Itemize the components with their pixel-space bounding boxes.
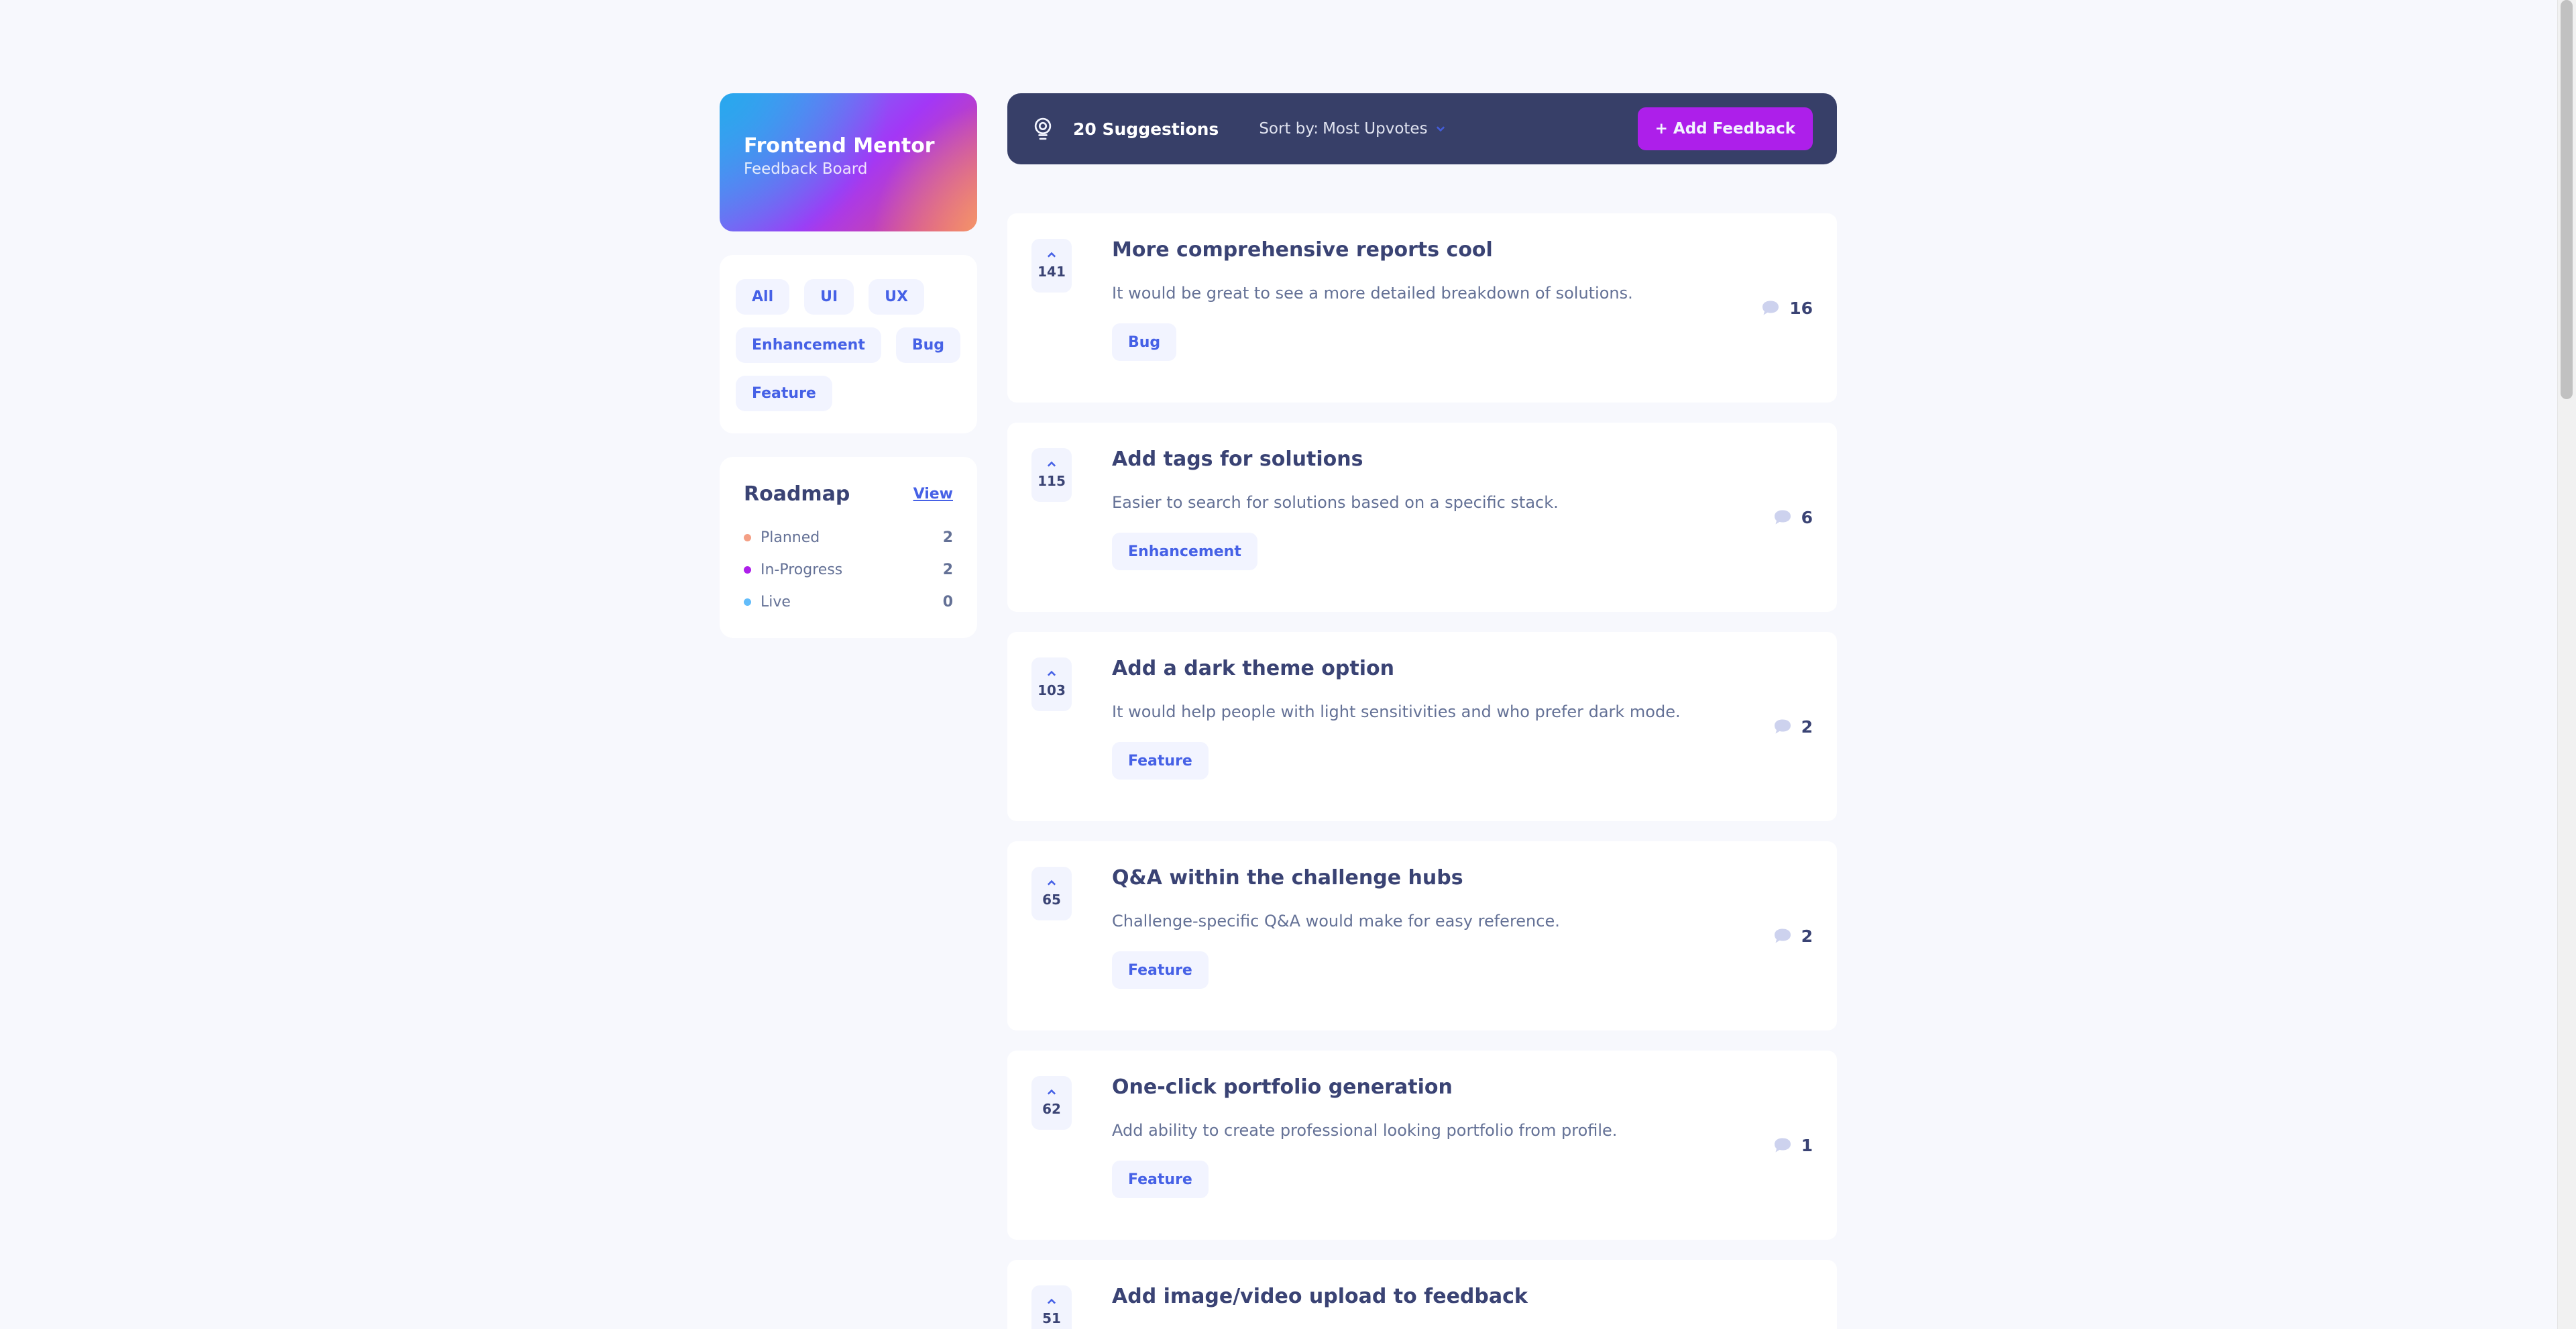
brand-title: Frontend Mentor: [744, 134, 935, 158]
chevron-down-icon: [1436, 125, 1445, 131]
comment-bubble-icon: [1774, 719, 1791, 734]
upvote-count: 141: [1038, 264, 1066, 280]
upvote-count: 65: [1042, 892, 1061, 908]
roadmap-item-count: 2: [942, 561, 953, 578]
chevron-up-icon: [1047, 1089, 1056, 1095]
brand-card: Frontend Mentor Feedback Board: [720, 93, 977, 231]
feedback-description: It would help people with light sensitiv…: [1112, 702, 1681, 721]
sort-value: Most Upvotes: [1323, 120, 1428, 138]
feedback-title[interactable]: More comprehensive reports cool: [1112, 238, 1493, 262]
upvote-count: 103: [1038, 682, 1066, 698]
comment-counter[interactable]: 2: [1773, 632, 1813, 821]
feedback-title[interactable]: One-click portfolio generation: [1112, 1075, 1453, 1099]
feedback-tag[interactable]: Bug: [1112, 323, 1177, 361]
roadmap-item-label: Live: [761, 593, 791, 610]
comment-counter[interactable]: 2: [1773, 841, 1813, 1030]
feedback-card[interactable]: 141 More comprehensive reports cool It w…: [1007, 213, 1837, 403]
roadmap-item-count: 2: [942, 529, 953, 546]
upvote-button[interactable]: 51: [1031, 1285, 1072, 1329]
upvote-button[interactable]: 141: [1031, 239, 1072, 293]
category-filters: All UI UX Enhancement Bug Feature: [720, 255, 977, 433]
scrollbar-thumb[interactable]: [2561, 0, 2573, 399]
roadmap-item-in-progress: In-Progress 2: [744, 553, 953, 586]
feedback-description: Challenge-specific Q&A would make for ea…: [1112, 912, 1560, 931]
comment-count: 16: [1789, 298, 1813, 318]
filter-ui[interactable]: UI: [804, 279, 854, 315]
lightbulb-icon: [1034, 117, 1052, 140]
chevron-up-icon: [1047, 880, 1056, 886]
comment-counter[interactable]: 1: [1773, 1051, 1813, 1240]
comment-count: 6: [1801, 507, 1813, 527]
upvote-count: 115: [1038, 473, 1066, 489]
roadmap-panel: Roadmap View Planned 2 In-Progress 2 Liv…: [720, 457, 977, 638]
filter-bug[interactable]: Bug: [895, 327, 961, 363]
comment-bubble-icon: [1774, 1138, 1791, 1153]
filter-ux[interactable]: UX: [869, 279, 924, 315]
add-feedback-button[interactable]: + Add Feedback: [1637, 107, 1813, 150]
comment-bubble-icon: [1774, 928, 1791, 943]
in-progress-dot-icon: [744, 566, 751, 574]
suggestions-toolbar: 20 Suggestions Sort by: Most Upvotes + A…: [1007, 93, 1837, 164]
chevron-up-icon: [1047, 670, 1056, 676]
upvote-button[interactable]: 62: [1031, 1076, 1072, 1130]
feedback-tag[interactable]: Feature: [1112, 951, 1209, 989]
roadmap-item-planned: Planned 2: [744, 521, 953, 553]
feedback-description: Easier to search for solutions based on …: [1112, 493, 1559, 512]
feedback-title[interactable]: Add image/video upload to feedback: [1112, 1285, 1528, 1308]
feedback-title[interactable]: Add tags for solutions: [1112, 447, 1363, 471]
feedback-card[interactable]: 65 Q&A within the challenge hubs Challen…: [1007, 841, 1837, 1030]
roadmap-item-label: In-Progress: [761, 561, 843, 578]
feedback-title[interactable]: Q&A within the challenge hubs: [1112, 866, 1463, 890]
comment-bubble-icon: [1762, 301, 1779, 315]
feedback-description: It would be great to see a more detailed…: [1112, 284, 1633, 303]
filter-feature[interactable]: Feature: [736, 376, 832, 411]
live-dot-icon: [744, 598, 751, 606]
comment-count: 1: [1801, 1135, 1813, 1155]
planned-dot-icon: [744, 533, 751, 541]
comment-counter[interactable]: 6: [1773, 423, 1813, 612]
chevron-up-icon: [1047, 1298, 1056, 1304]
feedback-card[interactable]: 103 Add a dark theme option It would hel…: [1007, 632, 1837, 821]
feedback-card[interactable]: 62 One-click portfolio generation Add ab…: [1007, 1051, 1837, 1240]
upvote-button[interactable]: 115: [1031, 448, 1072, 502]
brand-subtitle: Feedback Board: [744, 160, 868, 178]
feedback-tag[interactable]: Feature: [1112, 1161, 1209, 1198]
sort-label: Sort by:: [1259, 120, 1319, 138]
comment-count: 2: [1801, 926, 1813, 946]
upvote-button[interactable]: 65: [1031, 867, 1072, 920]
feedback-card[interactable]: 51 Add image/video upload to feedback: [1007, 1260, 1837, 1329]
comment-bubble-icon: [1774, 510, 1791, 525]
feedback-description: Add ability to create professional looki…: [1112, 1121, 1618, 1140]
roadmap-item-label: Planned: [761, 529, 820, 546]
roadmap-item-count: 0: [942, 593, 953, 610]
filter-enhancement[interactable]: Enhancement: [736, 327, 881, 363]
upvote-count: 62: [1042, 1101, 1061, 1117]
comment-counter[interactable]: 16: [1761, 213, 1813, 403]
roadmap-view-link[interactable]: View: [913, 486, 953, 502]
filter-all[interactable]: All: [736, 279, 790, 315]
feedback-tag[interactable]: Feature: [1112, 742, 1209, 780]
comment-count: 2: [1801, 716, 1813, 737]
feedback-card[interactable]: 115 Add tags for solutions Easier to sea…: [1007, 423, 1837, 612]
upvote-button[interactable]: 103: [1031, 657, 1072, 711]
sort-dropdown[interactable]: Sort by: Most Upvotes: [1259, 120, 1445, 138]
feedback-tag[interactable]: Enhancement: [1112, 533, 1257, 570]
chevron-up-icon: [1047, 252, 1056, 258]
upvote-count: 51: [1042, 1310, 1061, 1326]
roadmap-title: Roadmap: [744, 482, 850, 506]
roadmap-item-live: Live 0: [744, 586, 953, 618]
chevron-up-icon: [1047, 461, 1056, 467]
feedback-title[interactable]: Add a dark theme option: [1112, 657, 1394, 680]
suggestion-count: 20 Suggestions: [1073, 119, 1219, 139]
